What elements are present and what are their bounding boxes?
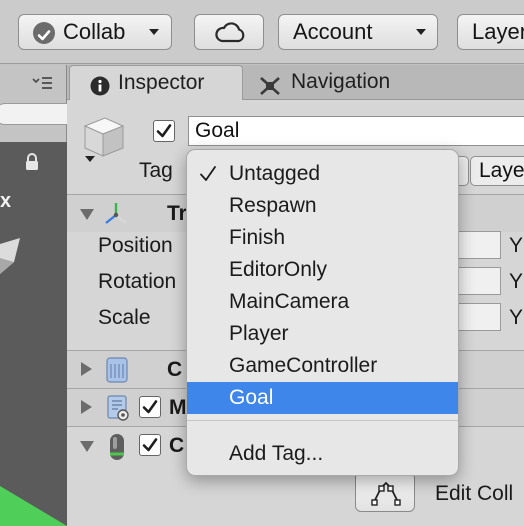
cloud-icon bbox=[213, 21, 247, 49]
tag-option-maincamera[interactable]: MainCamera bbox=[187, 286, 458, 318]
fold-arrow-icon[interactable] bbox=[80, 209, 94, 220]
tab-bar: Inspector Navigation bbox=[67, 65, 524, 100]
scene-ground-green bbox=[0, 472, 67, 526]
component-enabled-checkbox-3[interactable] bbox=[139, 434, 161, 456]
gameobject-cube-icon bbox=[79, 114, 127, 169]
tag-option-untagged[interactable]: Untagged bbox=[187, 158, 458, 190]
position-y-label: Y bbox=[509, 234, 524, 257]
rotation-label: Rotation bbox=[98, 270, 177, 293]
edit-collider-label: Edit Coll bbox=[435, 482, 514, 505]
collab-label: Collab bbox=[63, 19, 126, 44]
tag-option-label: Goal bbox=[229, 386, 274, 409]
tag-option-label: EditorOnly bbox=[229, 258, 328, 281]
tag-option-label: Respawn bbox=[229, 194, 317, 217]
tag-option-respawn[interactable]: Respawn bbox=[187, 190, 458, 222]
component-title-3: C bbox=[169, 434, 185, 457]
script-icon bbox=[105, 356, 129, 389]
chevron-down-icon bbox=[149, 29, 159, 35]
layer-label: Laye bbox=[479, 159, 524, 182]
main-toolbar: Collab Account Layer bbox=[0, 0, 524, 64]
tag-option-player[interactable]: Player bbox=[187, 318, 458, 350]
capsule-collider-icon bbox=[107, 432, 127, 467]
scene-object-shape bbox=[0, 238, 24, 283]
account-label: Account bbox=[293, 19, 373, 44]
layers-label: Layer bbox=[472, 19, 524, 44]
panel-menu-icon[interactable] bbox=[31, 75, 53, 96]
collab-check-icon bbox=[33, 22, 55, 44]
tag-option-label: MainCamera bbox=[229, 290, 350, 313]
transform-title: Tr bbox=[167, 202, 187, 225]
object-name-field[interactable]: Goal bbox=[188, 116, 524, 146]
tab-inspector-label: Inspector bbox=[118, 71, 205, 94]
layer-dropdown[interactable]: Laye bbox=[470, 156, 524, 186]
tab-navigation[interactable]: Navigation bbox=[259, 65, 429, 100]
rotation-y-label: Y bbox=[509, 270, 524, 293]
tag-option-goal[interactable]: Goal bbox=[187, 382, 458, 414]
tag-option-label: Finish bbox=[229, 226, 286, 249]
tag-dropdown-menu: Untagged Respawn Finish EditorOnly MainC… bbox=[186, 149, 459, 476]
tag-option-label: Untagged bbox=[229, 162, 321, 185]
edit-collider-button[interactable] bbox=[355, 472, 415, 512]
cloud-button[interactable] bbox=[194, 14, 264, 50]
component-enabled-checkbox-2[interactable] bbox=[139, 396, 161, 418]
collab-button[interactable]: Collab bbox=[18, 14, 172, 50]
layers-button[interactable]: Layer bbox=[457, 14, 524, 50]
active-checkbox[interactable] bbox=[153, 120, 175, 142]
position-label: Position bbox=[98, 234, 173, 257]
tag-option-label: GameController bbox=[229, 354, 378, 377]
fold-arrow-icon[interactable] bbox=[81, 362, 92, 376]
transform-axes-icon bbox=[103, 201, 129, 232]
add-tag-menu-item[interactable]: Add Tag... bbox=[187, 438, 458, 470]
tab-navigation-label: Navigation bbox=[291, 70, 391, 93]
chevron-down-icon bbox=[416, 29, 426, 35]
fold-arrow-icon[interactable] bbox=[81, 400, 92, 414]
edit-collider-icon bbox=[371, 480, 401, 511]
tag-option-finish[interactable]: Finish bbox=[187, 222, 458, 254]
mesh-renderer-icon bbox=[105, 394, 131, 427]
tag-option-gamecontroller[interactable]: GameController bbox=[187, 350, 458, 382]
tag-label: Tag bbox=[139, 159, 173, 182]
account-button[interactable]: Account bbox=[278, 14, 438, 50]
scale-y-label: Y bbox=[509, 306, 524, 329]
component-title-2: M bbox=[169, 396, 187, 419]
tag-option-label: Player bbox=[229, 322, 289, 345]
lock-icon[interactable] bbox=[24, 152, 40, 177]
component-title-1: C bbox=[167, 358, 183, 381]
tab-inspector[interactable]: Inspector bbox=[69, 65, 243, 100]
add-tag-label: Add Tag... bbox=[229, 442, 324, 465]
tag-option-editoronly[interactable]: EditorOnly bbox=[187, 254, 458, 286]
scale-label: Scale bbox=[98, 306, 151, 329]
scene-view-fragment[interactable]: x bbox=[0, 142, 67, 526]
fold-arrow-icon[interactable] bbox=[80, 441, 94, 452]
scene-label-fragment: x bbox=[0, 190, 12, 212]
menu-separator bbox=[187, 420, 458, 421]
